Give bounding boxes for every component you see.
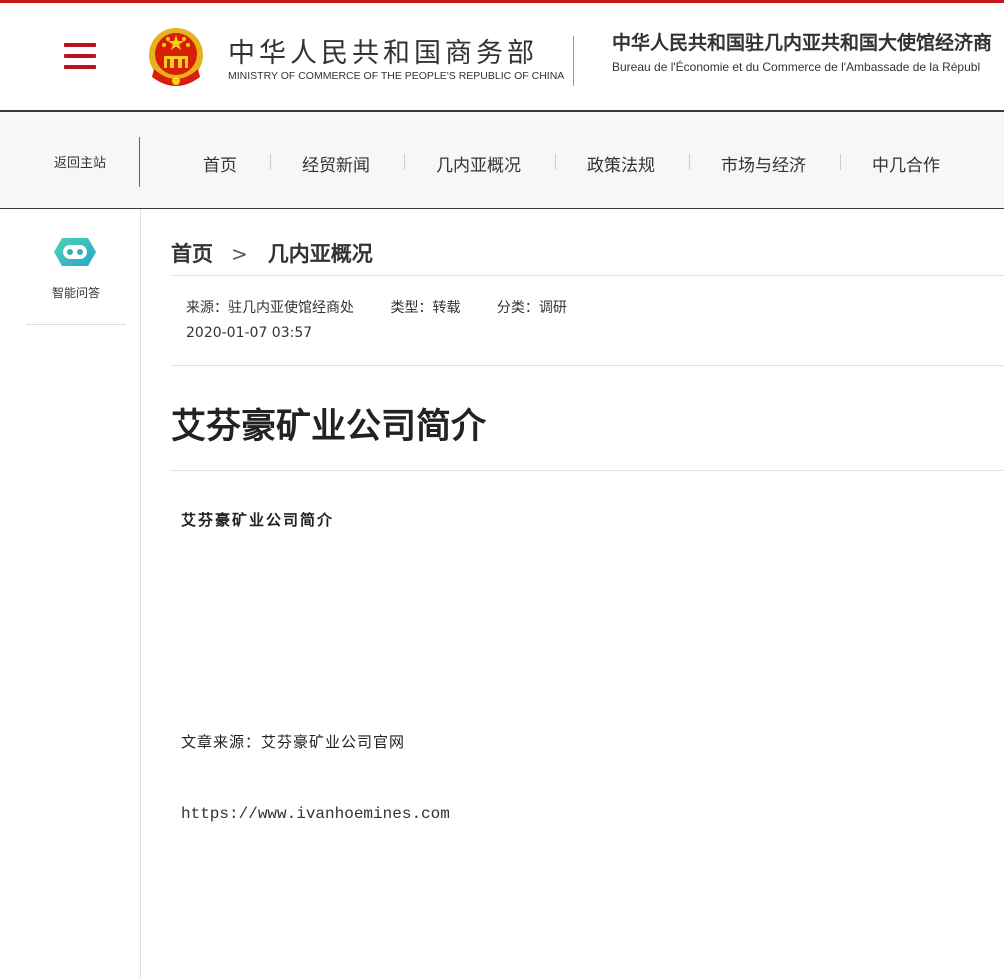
nav-separator bbox=[404, 154, 405, 170]
embassy-name-fr: Bureau de l'Économie et du Commerce de l… bbox=[612, 60, 981, 74]
nav-item-trade-news[interactable]: 经贸新闻 bbox=[302, 151, 370, 176]
header-divider bbox=[573, 36, 574, 86]
breadcrumb: 首页 > 几内亚概况 bbox=[171, 238, 373, 268]
article-body-source: 文章来源：艾芬豪矿业公司官网 bbox=[181, 733, 406, 751]
article-category: 分类：调研 bbox=[496, 300, 567, 316]
breadcrumb-section[interactable]: 几内亚概况 bbox=[268, 242, 373, 266]
nav-separator bbox=[555, 154, 556, 170]
nav-item-cooperation[interactable]: 中几合作 bbox=[872, 151, 940, 176]
main-nav: 返回主站 首页 经贸新闻 几内亚概况 政策法规 市场与经济 中几合作 bbox=[0, 112, 1004, 209]
article-body-heading: 艾芬豪矿业公司简介 bbox=[181, 511, 335, 529]
ministry-name-cn: 中华人民共和国商务部 bbox=[228, 38, 538, 69]
divider bbox=[171, 275, 1004, 276]
nav-separator bbox=[840, 154, 841, 170]
hamburger-menu-icon[interactable] bbox=[64, 43, 96, 69]
nav-item-guinea-overview[interactable]: 几内亚概况 bbox=[436, 151, 521, 176]
article-source: 来源：驻几内亚使馆经商处 bbox=[186, 300, 354, 316]
nav-divider bbox=[139, 137, 140, 187]
nav-separator bbox=[270, 154, 271, 170]
nav-item-market-economy[interactable]: 市场与经济 bbox=[721, 151, 806, 176]
sidebar: 智能问答 bbox=[0, 209, 141, 978]
site-header: 中华人民共和国商务部 MINISTRY OF COMMERCE OF THE P… bbox=[0, 3, 1004, 112]
article-type: 类型：转载 bbox=[390, 300, 461, 316]
article-title: 艾芬豪矿业公司简介 bbox=[171, 407, 487, 447]
nav-item-policy[interactable]: 政策法规 bbox=[587, 151, 655, 176]
national-emblem-icon bbox=[149, 28, 203, 86]
sidebar-divider bbox=[26, 324, 126, 325]
ai-assistant-icon[interactable] bbox=[52, 236, 98, 268]
embassy-name-cn[interactable]: 中华人民共和国驻几内亚共和国大使馆经济商 bbox=[612, 28, 992, 55]
nav-item-home[interactable]: 首页 bbox=[203, 151, 237, 176]
breadcrumb-home[interactable]: 首页 bbox=[171, 242, 213, 266]
article-date: 2020-01-07 03:57 bbox=[186, 325, 313, 341]
nav-separator bbox=[689, 154, 690, 170]
back-home-link[interactable]: 返回主站 bbox=[26, 152, 134, 171]
divider bbox=[171, 365, 1004, 366]
ai-assistant-label[interactable]: 智能问答 bbox=[26, 284, 126, 301]
divider bbox=[171, 470, 1004, 471]
article-meta: 来源：驻几内亚使馆经商处 类型：转载 分类：调研 bbox=[186, 297, 599, 317]
article-body-url: https://www.ivanhoemines.com bbox=[181, 805, 450, 823]
chevron-right-icon: > bbox=[231, 242, 248, 266]
ministry-name-en: MINISTRY OF COMMERCE OF THE PEOPLE'S REP… bbox=[228, 70, 565, 82]
